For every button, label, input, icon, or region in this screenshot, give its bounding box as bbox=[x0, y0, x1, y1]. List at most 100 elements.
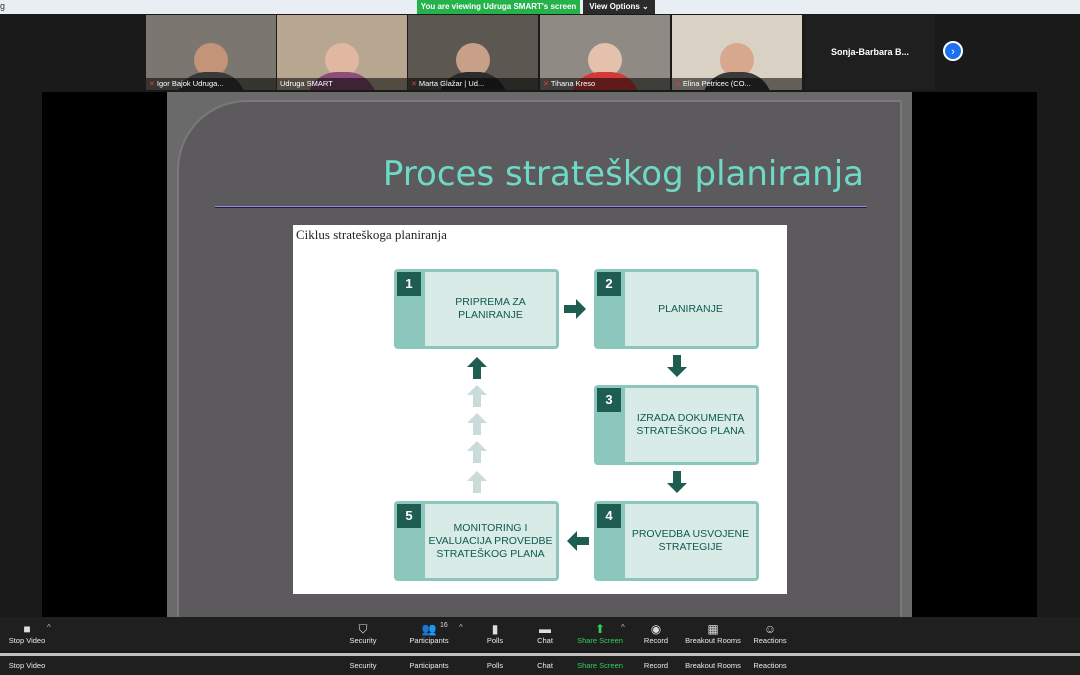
breakout-rooms-button[interactable]: ▦ Breakout Rooms bbox=[683, 622, 743, 645]
security-button[interactable]: Security bbox=[333, 661, 393, 670]
security-label: Security bbox=[349, 661, 377, 670]
participants-label: Participants bbox=[409, 636, 449, 645]
participant-name-bar: ✕ Igor Bajok Udruga... bbox=[146, 78, 276, 90]
mic-muted-icon: ✕ bbox=[149, 81, 155, 88]
stop-video-label: Stop Video bbox=[8, 661, 46, 670]
shared-screen: Proces strateškog planiranja Ciklus stra… bbox=[42, 92, 1037, 620]
meeting-toolbar: ■ Stop Video ^ ⛉ Security 👥 Participants 16… bbox=[0, 617, 1080, 650]
slide-title: Proces strateškog planiranja bbox=[382, 154, 864, 194]
view-options-button[interactable]: View Options ⌄ bbox=[583, 0, 655, 14]
breakout-rooms-label: Breakout Rooms bbox=[685, 661, 741, 670]
chat-button[interactable]: ▬ Chat bbox=[515, 622, 575, 645]
step-4: 4 PROVEDBA USVOJENE STRATEGIJE bbox=[594, 501, 759, 581]
presentation-slide: Proces strateškog planiranja Ciklus stra… bbox=[167, 92, 912, 620]
step-label: MONITORING I EVALUACIJA PROVEDBE STRATEŠ… bbox=[425, 504, 556, 578]
polls-label: Polls bbox=[486, 661, 504, 670]
video-tile[interactable]: Udruga SMART bbox=[277, 15, 407, 90]
step-label: IZRADA DOKUMENTA STRATEŠKOG PLANA bbox=[625, 388, 756, 462]
breakout-rooms-label: Breakout Rooms bbox=[685, 636, 741, 645]
participant-gallery: ✕ Igor Bajok Udruga... Udruga SMART ✕ Mart… bbox=[0, 14, 1080, 92]
reactions-button[interactable]: ☺ Reactions bbox=[740, 622, 800, 645]
record-label: Record bbox=[643, 636, 669, 645]
video-tile[interactable]: ✕ Elina Petricec (CO... bbox=[672, 15, 802, 90]
step-1: 1 PRIPREMA ZA PLANIRANJE bbox=[394, 269, 559, 349]
view-options-label: View Options bbox=[589, 2, 640, 11]
participants-button[interactable]: 👥 Participants bbox=[399, 622, 459, 645]
share-screen-label: Share Screen bbox=[577, 636, 623, 645]
arrow-right-icon bbox=[564, 299, 586, 319]
step-3: 3 IZRADA DOKUMENTA STRATEŠKOG PLANA bbox=[594, 385, 759, 465]
arrow-down-icon bbox=[667, 471, 687, 493]
reactions-label: Reactions bbox=[753, 636, 787, 645]
participants-label: Participants bbox=[409, 661, 449, 670]
stop-video-button[interactable]: Stop Video bbox=[0, 661, 57, 670]
arrow-up-icon bbox=[467, 441, 487, 463]
step-label: PRIPREMA ZA PLANIRANJE bbox=[425, 272, 556, 346]
window-title-bar: g You are viewing Udruga SMART's screen … bbox=[0, 0, 1080, 14]
arrow-left-icon bbox=[567, 531, 589, 551]
shield-icon: ⛉ bbox=[358, 622, 368, 636]
record-label: Record bbox=[643, 661, 669, 670]
viewing-screen-banner: You are viewing Udruga SMART's screen bbox=[417, 0, 580, 14]
video-tile[interactable]: ✕ Tihana Kreso bbox=[540, 15, 670, 90]
share-screen-button[interactable]: Share Screen bbox=[570, 661, 630, 670]
participants-button[interactable]: Participants bbox=[399, 661, 459, 670]
arrow-up-icon bbox=[467, 357, 487, 379]
record-button[interactable]: Record bbox=[626, 661, 686, 670]
arrow-up-icon bbox=[467, 413, 487, 435]
reactions-button[interactable]: Reactions bbox=[740, 661, 800, 670]
security-button[interactable]: ⛉ Security bbox=[333, 622, 393, 645]
participants-count: 16 bbox=[440, 622, 448, 629]
video-options-caret[interactable]: ^ bbox=[47, 623, 51, 632]
chat-button[interactable]: Chat bbox=[515, 661, 575, 670]
people-icon: 👥 bbox=[421, 622, 437, 636]
security-label: Security bbox=[349, 636, 377, 645]
step-number: 5 bbox=[397, 504, 421, 528]
participant-name-bar: ✕ Elina Petricec (CO... bbox=[672, 78, 802, 90]
record-icon: ◉ bbox=[650, 622, 662, 636]
share-screen-label: Share Screen bbox=[577, 661, 623, 670]
figure-caption: Ciklus strateškoga planiranja bbox=[296, 227, 447, 242]
grid-icon: ▦ bbox=[707, 622, 719, 636]
chat-bubble-icon: ▬ bbox=[539, 622, 551, 636]
video-tile[interactable]: ✕ Igor Bajok Udruga... bbox=[146, 15, 276, 90]
participant-name: Tihana Kreso bbox=[550, 79, 596, 88]
mic-muted-icon: ✕ bbox=[411, 81, 417, 88]
participant-name-bar: Udruga SMART bbox=[277, 78, 407, 90]
reactions-label: Reactions bbox=[753, 661, 787, 670]
step-number: 2 bbox=[597, 272, 621, 296]
breakout-rooms-button[interactable]: Breakout Rooms bbox=[683, 661, 743, 670]
step-2: 2 PLANIRANJE bbox=[594, 269, 759, 349]
step-label: PLANIRANJE bbox=[625, 272, 756, 346]
step-number: 4 bbox=[597, 504, 621, 528]
mic-muted-icon: ✕ bbox=[543, 81, 549, 88]
title-divider bbox=[215, 206, 867, 208]
polls-label: Polls bbox=[486, 636, 504, 645]
chat-label: Chat bbox=[537, 636, 553, 645]
smiley-icon: ☺ bbox=[763, 622, 777, 636]
participants-options-caret[interactable]: ^ bbox=[459, 623, 463, 632]
name-only-tile[interactable]: Sonja-Barbara B... bbox=[805, 15, 935, 90]
chat-label: Chat bbox=[537, 661, 553, 670]
next-page-button[interactable]: › bbox=[943, 41, 963, 61]
participant-name: Udruga SMART bbox=[280, 79, 333, 88]
step-label: PROVEDBA USVOJENE STRATEGIJE bbox=[625, 504, 756, 578]
participant-name-bar: ✕ Marta Glažar | Ud... bbox=[408, 78, 538, 90]
share-options-caret[interactable]: ^ bbox=[621, 623, 625, 632]
step-number: 1 bbox=[397, 272, 421, 296]
meeting-toolbar-duplicate: Stop Video Security Participants Polls C… bbox=[0, 653, 1080, 675]
window-title: g bbox=[0, 1, 6, 11]
arrow-up-icon bbox=[467, 385, 487, 407]
stop-video-label: Stop Video bbox=[8, 636, 46, 645]
participant-name: Marta Glažar | Ud... bbox=[418, 79, 485, 88]
cycle-diagram: Ciklus strateškoga planiranja 1 PRIPREMA… bbox=[293, 225, 787, 594]
arrow-down-icon bbox=[667, 355, 687, 377]
chevron-down-icon: ⌄ bbox=[642, 2, 649, 11]
step-5: 5 MONITORING I EVALUACIJA PROVEDBE STRAT… bbox=[394, 501, 559, 581]
participant-name-bar: ✕ Tihana Kreso bbox=[540, 78, 670, 90]
record-button[interactable]: ◉ Record bbox=[626, 622, 686, 645]
participant-name: Elina Petricec (CO... bbox=[682, 79, 751, 88]
mic-muted-icon: ✕ bbox=[675, 81, 681, 88]
video-tile[interactable]: ✕ Marta Glažar | Ud... bbox=[408, 15, 538, 90]
arrow-up-icon bbox=[467, 471, 487, 493]
